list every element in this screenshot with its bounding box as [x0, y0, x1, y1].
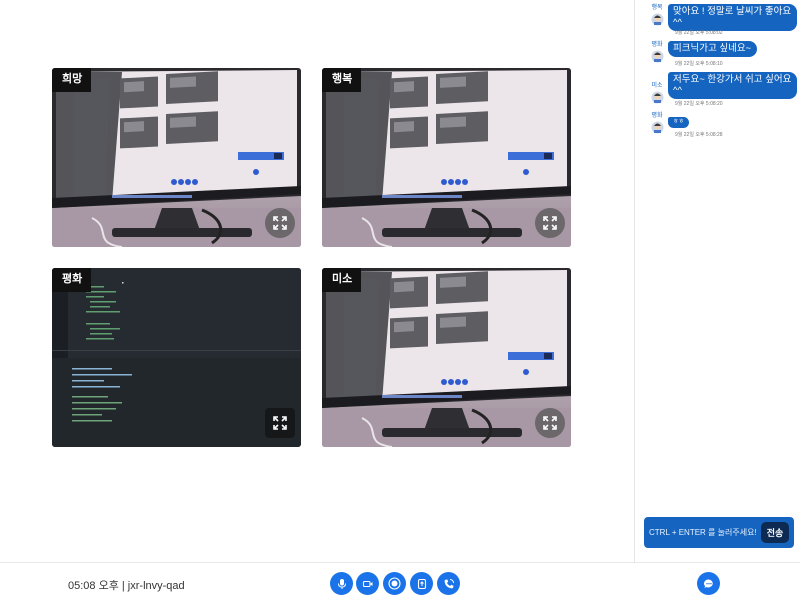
participant-name-tag: 미소: [322, 268, 362, 292]
avatar-icon: [651, 50, 663, 63]
fullscreen-button[interactable]: [265, 208, 295, 238]
chat-panel: 행복 맞아요 ! 정말로 날씨가 좋아요 ^^ 9월 22일 오후 5:08:0…: [634, 0, 800, 562]
video-feed: [322, 268, 571, 447]
video-tile-2: 행복: [322, 68, 571, 247]
participant-name-tag: 행복: [322, 68, 362, 92]
chat-bubble-icon: [703, 578, 713, 588]
meeting-info: 05:08 오후 | jxr-lnvy-qad: [68, 580, 185, 592]
participant-name-tag: 희망: [52, 68, 92, 92]
video-tile-3: 평화: [52, 268, 301, 447]
video-conference-app: 희망 행복 평화 미소 행복 맞아요 ! 정말로 날씨가 좋아요 ^^ 9월 2…: [0, 0, 800, 600]
screen-share-button[interactable]: [410, 572, 433, 595]
expand-icon: [273, 416, 287, 430]
chat-toggle-button[interactable]: [697, 572, 720, 595]
microphone-button[interactable]: [330, 572, 353, 595]
chat-sender: 미소: [651, 83, 663, 89]
chat-sender: 평화: [651, 42, 663, 48]
microphone-icon: [337, 578, 346, 589]
send-button[interactable]: 전송: [761, 522, 789, 543]
chat-bubble: ㅎㅎ: [668, 117, 690, 128]
chat-sender: 행복: [651, 5, 663, 11]
record-button[interactable]: [383, 572, 406, 595]
chat-bubble: 저두요~ 한강가서 쉬고 싶어요 ^^: [668, 72, 798, 99]
fullscreen-button[interactable]: [535, 408, 565, 438]
avatar-icon: [651, 13, 663, 26]
bottom-bar: 05:08 오후 | jxr-lnvy-qad: [0, 562, 800, 600]
chat-timestamp: 9월 22일 오후 5:08:10: [675, 61, 723, 67]
fullscreen-button[interactable]: [265, 408, 295, 438]
chat-input[interactable]: [644, 517, 756, 548]
chat-bubble: 맞아요 ! 정말로 날씨가 좋아요 ^^: [668, 4, 798, 31]
video-feed: [322, 68, 571, 247]
screen-share-icon: [417, 578, 426, 589]
expand-icon: [543, 416, 557, 430]
video-tile-1: 희망: [52, 68, 301, 247]
fullscreen-button[interactable]: [535, 208, 565, 238]
expand-icon: [543, 216, 557, 230]
chat-input-box: 전송: [644, 517, 794, 548]
chat-sender: 평화: [651, 113, 663, 119]
participant-name-tag: 평화: [52, 268, 92, 292]
avatar-icon: [651, 121, 663, 134]
video-feed: [52, 68, 301, 247]
expand-icon: [273, 216, 287, 230]
video-camera-button[interactable]: [356, 572, 379, 595]
video-camera-icon: [362, 580, 372, 587]
video-feed: [52, 268, 301, 447]
chat-timestamp: 9월 22일 오후 5:08:02: [675, 30, 723, 36]
avatar-icon: [651, 91, 663, 104]
record-icon: [388, 577, 401, 590]
phone-icon: [444, 578, 454, 588]
chat-timestamp: 9월 22일 오후 5:08:20: [675, 101, 723, 107]
chat-bubble: 피크닉가고 싶네요~: [668, 41, 758, 57]
phone-button[interactable]: [437, 572, 460, 595]
chat-timestamp: 9월 22일 오후 5:08:28: [675, 132, 723, 138]
video-tile-4: 미소: [322, 268, 571, 447]
